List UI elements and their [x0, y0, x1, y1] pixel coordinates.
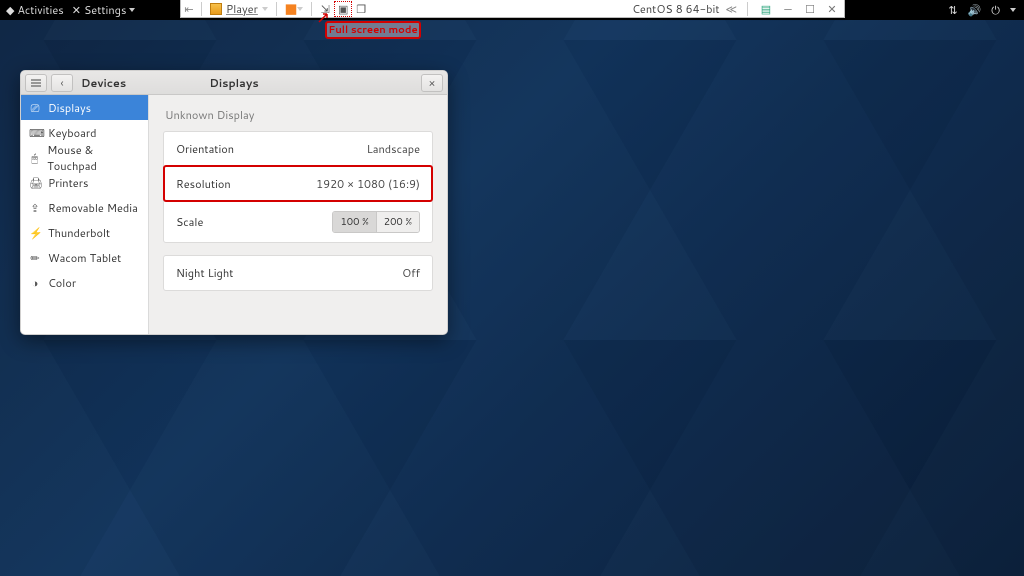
sidebar-item-thunderbolt[interactable]: ⚡ Thunderbolt — [21, 220, 148, 245]
scale-100-button[interactable]: 100 % — [333, 212, 375, 232]
maximize-button[interactable]: ☐ — [802, 1, 818, 17]
resolution-value: 1920 × 1080 (16:9) — [316, 176, 420, 192]
night-light-card: Night Light Off — [163, 255, 433, 291]
sidebar-item-removable[interactable]: ⇪ Removable Media — [21, 195, 148, 220]
chevron-down-icon[interactable] — [1010, 8, 1016, 12]
removable-icon: ⇪ — [29, 200, 41, 216]
display-name-heading: Unknown Display — [165, 107, 433, 123]
orientation-label: Orientation — [176, 141, 234, 157]
hamburger-button[interactable] — [25, 74, 47, 92]
settings-app-menu[interactable]: ✕ Settings — [72, 2, 136, 18]
sidebar-item-label: Thunderbolt — [48, 225, 110, 241]
chevron-down-icon[interactable] — [297, 7, 303, 11]
sidebar: ⎚Displays ⌨Keyboard 🖱Mouse & Touchpad 🖨P… — [21, 95, 149, 334]
color-icon: ◑ — [29, 275, 41, 291]
sidebar-item-label: Displays — [48, 100, 91, 116]
titlebar[interactable]: ‹ Devices Displays × — [21, 71, 447, 95]
volume-icon[interactable]: 🔊 — [968, 2, 982, 18]
activities-label: Activities — [17, 2, 63, 18]
player-label: Player — [226, 1, 258, 17]
sidebar-item-displays[interactable]: ⎚ Displays — [21, 95, 148, 120]
player-menu[interactable]: Player — [206, 1, 272, 17]
mouse-icon: 🖱 — [29, 150, 40, 166]
activities-button[interactable]: ◆ Activities — [6, 2, 64, 18]
separator — [201, 2, 202, 16]
vmware-toolbar: ⇤ Player ▮▮ ⇲ ▣ ❐ CentOS 8 64-bit ≪ ▤ — … — [180, 0, 845, 18]
sidebar-item-label: Keyboard — [48, 125, 97, 141]
night-light-row[interactable]: Night Light Off — [164, 256, 432, 290]
sidebar-item-printers[interactable]: 🖨 Printers — [21, 170, 148, 195]
resolution-label: Resolution — [176, 176, 231, 192]
sidebar-item-mouse[interactable]: 🖱Mouse & Touchpad — [21, 145, 148, 170]
scale-200-button[interactable]: 200 % — [376, 212, 419, 232]
sidebar-item-label: Printers — [48, 175, 88, 191]
wacom-icon: ✏ — [29, 250, 41, 266]
scale-toggle[interactable]: 100 % 200 % — [332, 211, 420, 233]
orientation-value: Landscape — [367, 141, 420, 157]
fullscreen-button[interactable]: ▣ — [334, 1, 352, 17]
sidebar-item-label: Mouse & Touchpad — [47, 142, 140, 174]
thunderbolt-icon: ⚡ — [29, 225, 41, 241]
night-light-label: Night Light — [176, 265, 233, 281]
scale-row: Scale 100 % 200 % — [164, 201, 432, 242]
settings-window: ‹ Devices Displays × ⎚ Displays ⌨ Keyboard… — [20, 70, 448, 335]
vmware-logo-icon — [210, 3, 222, 15]
guest-os-label: CentOS 8 64-bit — [632, 1, 719, 17]
close-button[interactable]: ✕ — [824, 1, 840, 17]
unity-button[interactable]: ❐ — [352, 1, 370, 17]
annotation-fullscreen: Full screen mode — [325, 21, 421, 39]
sidebar-item-label: Wacom Tablet — [48, 250, 121, 266]
display-settings-card: Orientation Landscape Resolution 1920 × … — [163, 131, 433, 243]
orientation-row[interactable]: Orientation Landscape — [164, 132, 432, 166]
sidebar-item-wacom[interactable]: ✏ Wacom Tablet — [21, 245, 148, 270]
content-area: Unknown Display Orientation Landscape Re… — [149, 95, 447, 334]
manage-button[interactable]: ▤ — [758, 1, 774, 17]
minimize-button[interactable]: — — [780, 1, 796, 17]
sidebar-item-label: Color — [48, 275, 76, 291]
category-label: Devices — [81, 75, 126, 91]
chevron-left-icon[interactable]: ≪ — [725, 1, 737, 17]
printer-icon: 🖨 — [29, 175, 41, 191]
display-icon: ⎚ — [29, 100, 41, 116]
separator — [747, 2, 748, 16]
send-ctrl-alt-del-button[interactable]: ⇲ — [316, 1, 334, 17]
night-light-value: Off — [402, 265, 420, 281]
settings-label: Settings — [84, 2, 126, 18]
power-icon[interactable]: ⏻ — [991, 2, 1000, 18]
window-close-button[interactable]: × — [421, 74, 443, 92]
scale-label: Scale — [176, 214, 203, 230]
sidebar-item-color[interactable]: ◑ Color — [21, 270, 148, 295]
chevron-down-icon — [262, 7, 268, 11]
pin-icon[interactable]: ⇤ — [181, 1, 197, 17]
back-button[interactable]: ‹ — [51, 74, 73, 92]
resolution-row[interactable]: Resolution 1920 × 1080 (16:9) — [164, 166, 432, 201]
separator — [311, 2, 312, 16]
network-icon[interactable]: ⇅ — [948, 2, 957, 18]
keyboard-icon: ⌨ — [29, 125, 41, 141]
separator — [276, 2, 277, 16]
sidebar-item-label: Removable Media — [48, 200, 138, 216]
chevron-down-icon — [129, 8, 135, 12]
